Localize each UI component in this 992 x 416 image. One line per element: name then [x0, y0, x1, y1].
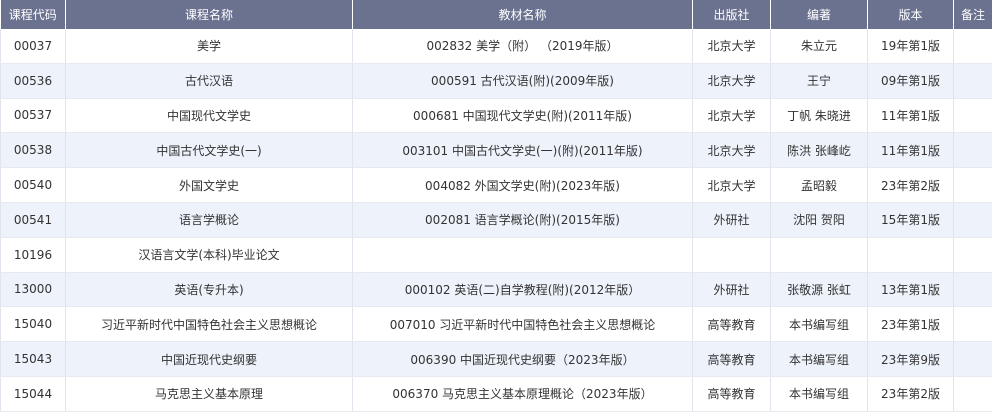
textbook-name-cell: 007010 习近平新时代中国特色社会主义思想概论	[352, 306, 693, 343]
publisher-cell: 北京大学	[692, 98, 771, 134]
header-course-code: 课程代码	[0, 0, 66, 29]
remarks-cell	[953, 98, 992, 134]
course-name-cell: 马克思主义基本原理	[65, 376, 353, 412]
table-row: 00541 语言学概论 002081 语言学概论(附)(2015年版) 外研社 沈阳 贺…	[0, 202, 992, 238]
table-row: 15043 中国近现代史纲要 006390 中国近现代史纲要（2023年版） 高等教育…	[0, 341, 992, 377]
publisher-cell	[692, 237, 771, 273]
textbook-name-cell: 000102 英语(二)自学教程(附)(2012年版）	[352, 272, 693, 308]
table-row: 13000 英语(专升本) 000102 英语(二)自学教程(附)(2012年版）外…	[0, 272, 992, 308]
header-row: 课程代码 课程名称 教材名称 出版社 编著 版本 备注	[0, 0, 992, 29]
publisher-cell: 外研社	[692, 202, 771, 238]
publisher-cell: 高等教育	[692, 376, 771, 412]
course-textbook-table: 课程代码 课程名称 教材名称 出版社 编著 版本 备注 00037 美学 00283…	[0, 0, 992, 412]
course-name-cell: 习近平新时代中国特色社会主义思想概论	[65, 306, 353, 343]
textbook-name-cell: 002832 美学（附） （2019年版）	[352, 29, 693, 64]
edition-cell: 13年第1版	[867, 272, 954, 308]
course-code-cell: 00037	[0, 29, 66, 64]
remarks-cell	[953, 272, 992, 308]
table-row: 00538 中国古代文学史(一) 003101 中国古代文学史(一)(附)(2011…	[0, 132, 992, 169]
course-code-cell: 00540	[0, 167, 66, 203]
course-name-cell: 英语(专升本)	[65, 272, 353, 308]
table-row: 00537 中国现代文学史 000681 中国现代文学史(附)(2011年版) 北京大…	[0, 98, 992, 134]
author-cell: 朱立元	[770, 29, 868, 64]
header-course-name: 课程名称	[65, 0, 353, 29]
textbook-name-cell: 004082 外国文学史(附)(2023年版)	[352, 167, 693, 203]
header-publisher: 出版社	[692, 0, 771, 29]
remarks-cell	[953, 167, 992, 203]
table-row: 15044 马克思主义基本原理 006370 马克思主义基本原理概论（2023年版）…	[0, 376, 992, 412]
author-cell: 丁帆 朱晓进	[770, 98, 868, 134]
publisher-cell: 高等教育	[692, 306, 771, 343]
textbook-name-cell: 000681 中国现代文学史(附)(2011年版)	[352, 98, 693, 134]
course-name-cell: 美学	[65, 29, 353, 64]
edition-cell: 23年第9版	[867, 341, 954, 377]
table-row: 00540 外国文学史 004082 外国文学史(附)(2023年版) 北京大学 孟昭毅…	[0, 167, 992, 203]
publisher-cell: 北京大学	[692, 29, 771, 64]
header-textbook-name: 教材名称	[352, 0, 693, 29]
publisher-cell: 高等教育	[692, 341, 771, 377]
remarks-cell	[953, 63, 992, 99]
table-body: 00037 美学 002832 美学（附） （2019年版） 北京大学 朱立元 19年第1…	[0, 29, 992, 412]
table-header: 课程代码 课程名称 教材名称 出版社 编著 版本 备注	[0, 0, 992, 29]
remarks-cell	[953, 306, 992, 343]
header-author: 编著	[770, 0, 868, 29]
course-name-cell: 中国现代文学史	[65, 98, 353, 134]
edition-cell: 19年第1版	[867, 29, 954, 64]
edition-cell: 23年第2版	[867, 167, 954, 203]
edition-cell	[867, 237, 954, 273]
edition-cell: 11年第1版	[867, 132, 954, 169]
course-code-cell: 00537	[0, 98, 66, 134]
course-code-cell: 13000	[0, 272, 66, 308]
remarks-cell	[953, 132, 992, 169]
course-name-cell: 中国近现代史纲要	[65, 341, 353, 377]
remarks-cell	[953, 237, 992, 273]
course-code-cell: 00536	[0, 63, 66, 99]
publisher-cell: 北京大学	[692, 132, 771, 169]
edition-cell: 23年第2版	[867, 376, 954, 412]
textbook-name-cell: 006370 马克思主义基本原理概论（2023年版）	[352, 376, 693, 412]
textbook-name-cell	[352, 237, 693, 273]
author-cell: 孟昭毅	[770, 167, 868, 203]
author-cell: 本书编写组	[770, 376, 868, 412]
author-cell: 本书编写组	[770, 306, 868, 343]
publisher-cell: 外研社	[692, 272, 771, 308]
table-row: 10196 汉语言文学(本科)毕业论文	[0, 237, 992, 273]
course-code-cell: 15043	[0, 341, 66, 377]
course-name-cell: 中国古代文学史(一)	[65, 132, 353, 169]
course-code-cell: 10196	[0, 237, 66, 273]
edition-cell: 15年第1版	[867, 202, 954, 238]
course-name-cell: 语言学概论	[65, 202, 353, 238]
remarks-cell	[953, 376, 992, 412]
remarks-cell	[953, 202, 992, 238]
remarks-cell	[953, 29, 992, 64]
course-name-cell: 汉语言文学(本科)毕业论文	[65, 237, 353, 273]
author-cell: 陈洪 张峰屹	[770, 132, 868, 169]
table-row: 15040 习近平新时代中国特色社会主义思想概论 007010 习近平新时代中国特色…	[0, 306, 992, 343]
textbook-name-cell: 006390 中国近现代史纲要（2023年版）	[352, 341, 693, 377]
edition-cell: 11年第1版	[867, 98, 954, 134]
author-cell: 王宁	[770, 63, 868, 99]
author-cell: 沈阳 贺阳	[770, 202, 868, 238]
course-code-cell: 00538	[0, 132, 66, 169]
table-row: 00536 古代汉语 000591 古代汉语(附)(2009年版) 北京大学 王宁 09年…	[0, 63, 992, 99]
edition-cell: 09年第1版	[867, 63, 954, 99]
remarks-cell	[953, 341, 992, 377]
publisher-cell: 北京大学	[692, 63, 771, 99]
header-remarks: 备注	[953, 0, 992, 29]
course-code-cell: 15040	[0, 306, 66, 343]
edition-cell: 23年第1版	[867, 306, 954, 343]
publisher-cell: 北京大学	[692, 167, 771, 203]
header-edition: 版本	[867, 0, 954, 29]
course-name-cell: 外国文学史	[65, 167, 353, 203]
course-code-cell: 00541	[0, 202, 66, 238]
textbook-name-cell: 003101 中国古代文学史(一)(附)(2011年版)	[352, 132, 693, 169]
table-row: 00037 美学 002832 美学（附） （2019年版） 北京大学 朱立元 19年第1…	[0, 29, 992, 64]
author-cell: 张敬源 张虹	[770, 272, 868, 308]
author-cell: 本书编写组	[770, 341, 868, 377]
course-code-cell: 15044	[0, 376, 66, 412]
course-name-cell: 古代汉语	[65, 63, 353, 99]
author-cell	[770, 237, 868, 273]
textbook-name-cell: 000591 古代汉语(附)(2009年版)	[352, 63, 693, 99]
textbook-name-cell: 002081 语言学概论(附)(2015年版)	[352, 202, 693, 238]
